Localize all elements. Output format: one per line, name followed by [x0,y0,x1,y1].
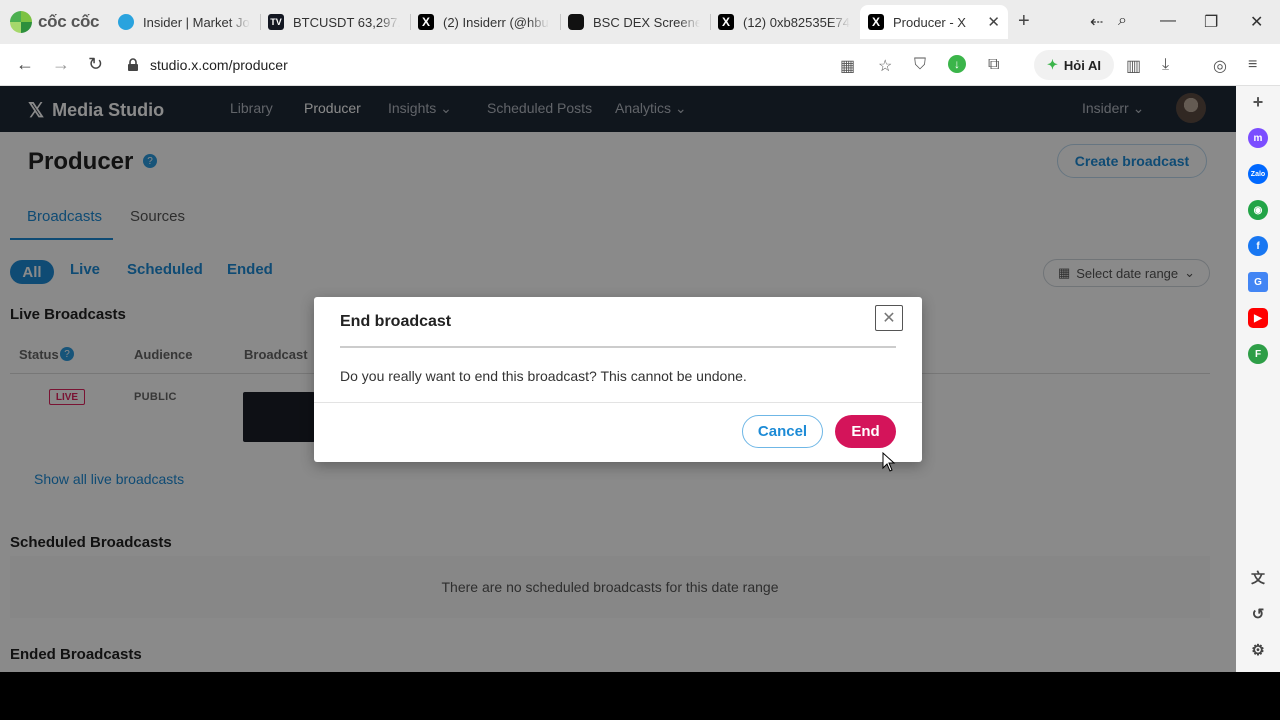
restore-icon[interactable]: ❐ [1204,12,1218,32]
x-icon: X [868,14,884,30]
tab-title: Insider | Market Jo [143,14,250,30]
close-tab-icon[interactable]: ✕ [987,13,1000,31]
tab-separator [560,14,561,30]
translate-sidebar-icon[interactable]: 文 [1248,568,1268,588]
zalo-icon[interactable]: Zalo [1248,164,1268,184]
close-window-icon[interactable]: ✕ [1250,12,1263,32]
facebook-icon[interactable]: f [1248,236,1268,256]
tab-title: (2) Insiderr (@hbu [443,14,549,30]
history-icon[interactable]: ↺ [1248,604,1268,624]
browser-tab[interactable]: BSC DEX Screener [568,8,700,36]
browser-tab-active[interactable]: X Producer - X ✕ [860,5,1008,39]
dialog-title: End broadcast [340,313,452,330]
browser-brand[interactable]: cốc cốc [10,10,100,34]
back-history-icon[interactable]: ⇠ [1090,12,1103,32]
browser-tab[interactable]: Insider | Market Jo [118,8,250,36]
browser-tab[interactable]: X (12) 0xb82535E74 [718,8,850,36]
translate-icon[interactable]: ▦ [840,56,855,76]
tradingview-icon: TV [268,14,284,30]
settings-gear-icon[interactable]: ⚙ [1248,640,1268,660]
end-broadcast-dialog: End broadcast ✕ Do you really want to en… [314,297,922,462]
tab-separator [410,14,411,30]
shield-icon[interactable]: ⛉ [914,56,926,74]
tab-search-icon[interactable]: ⌕ [1118,12,1127,30]
url-field[interactable]: studio.x.com/producer [118,50,820,80]
browser-window: cốc cốc Insider | Market Jo TV BTCUSDT 6… [0,0,1280,672]
dexscreener-icon [568,14,584,30]
sparkle-icon: ✦ [1047,57,1058,72]
reload-icon[interactable]: ↻ [88,54,103,75]
ask-ai-button[interactable]: ✦ Hỏi AI [1034,50,1114,80]
tab-title: BSC DEX Screener [593,14,700,30]
new-tab-icon[interactable]: + [1018,10,1030,33]
dialog-footer-divider [314,402,922,403]
cancel-button[interactable]: Cancel [742,415,823,448]
feedly-icon[interactable]: F [1248,344,1268,364]
browser-tab[interactable]: X (2) Insiderr (@hbu [418,8,550,36]
browser-sidebar: + m Zalo ◉ f G ▶ F 文 ↺ ⚙ [1236,86,1280,672]
tab-separator [260,14,261,30]
url-text: studio.x.com/producer [150,57,288,73]
tab-title: (12) 0xb82535E74 [743,14,850,30]
downloads-icon[interactable]: ⤓ [1162,56,1169,74]
bookmark-star-icon[interactable]: ☆ [878,56,892,76]
tab-title: BTCUSDT 63,297.8 [293,14,400,30]
messenger-icon[interactable]: m [1248,128,1268,148]
google-translate-icon[interactable]: G [1248,272,1268,292]
telegram-icon [118,14,134,30]
youtube-icon[interactable]: ▶ [1248,308,1268,328]
add-icon[interactable]: + [1248,92,1268,112]
close-icon[interactable]: ✕ [875,305,903,331]
back-icon[interactable]: ← [16,54,34,75]
address-bar: ← → ↻ studio.x.com/producer ▦ ☆ ⛉ ↓ ⧉ ✦ … [0,44,1280,86]
profile-icon[interactable]: ◎ [1213,56,1227,76]
mouse-cursor-icon [882,452,896,472]
dialog-divider [340,346,896,348]
x-icon: X [718,14,734,30]
end-button[interactable]: End [835,415,896,448]
x-icon: X [418,14,434,30]
ask-ai-label: Hỏi AI [1063,57,1101,73]
split-view-icon[interactable]: ▥ [1126,56,1141,76]
brand-name: cốc cốc [38,12,100,31]
minimize-icon[interactable]: — [1160,12,1176,30]
tab-strip: cốc cốc Insider | Market Jo TV BTCUSDT 6… [0,0,1280,44]
coccoc-logo-icon [10,11,32,33]
tab-separator [710,14,711,30]
site-info-icon[interactable] [126,58,140,72]
tab-title: Producer - X [893,14,966,30]
menu-icon[interactable]: ≡ [1248,56,1257,74]
extensions-icon[interactable]: ⧉ [988,56,999,74]
forward-icon[interactable]: → [52,54,70,75]
game-icon[interactable]: ◉ [1248,200,1268,220]
browser-tab[interactable]: TV BTCUSDT 63,297.8 [268,8,400,36]
download-extension-icon[interactable]: ↓ [948,55,966,73]
dialog-message: Do you really want to end this broadcast… [340,368,747,384]
